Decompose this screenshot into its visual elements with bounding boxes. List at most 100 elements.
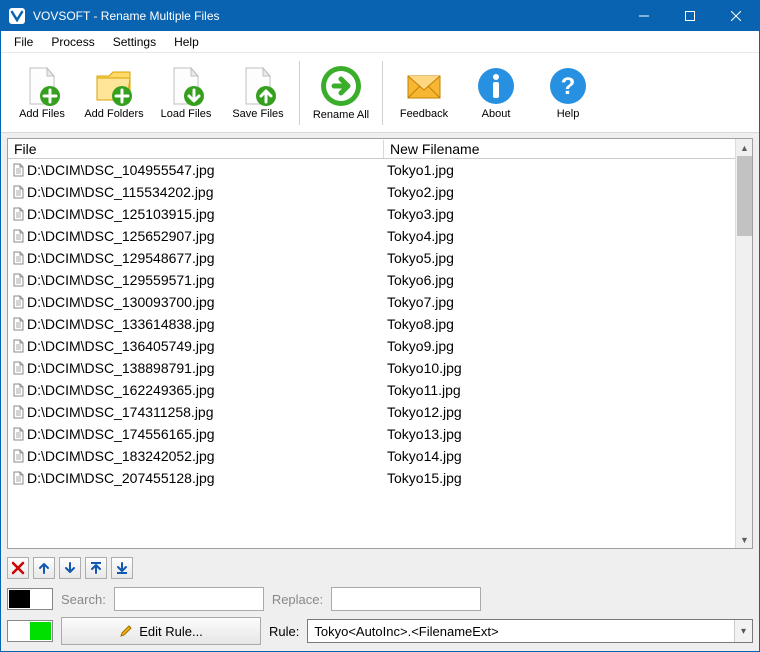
cell-new-filename: Tokyo1.jpg bbox=[384, 162, 735, 178]
window-title: VOVSOFT - Rename Multiple Files bbox=[33, 9, 220, 23]
search-toggle[interactable] bbox=[7, 588, 53, 610]
rule-label: Rule: bbox=[269, 624, 299, 639]
toolbar-label: Add Folders bbox=[84, 108, 143, 120]
toolbar-label: Help bbox=[557, 108, 580, 120]
cell-file: D:\DCIM\DSC_162249365.jpg bbox=[8, 382, 384, 398]
folder-plus-icon bbox=[94, 66, 134, 106]
table-row[interactable]: D:\DCIM\DSC_130093700.jpgTokyo7.jpg bbox=[8, 291, 735, 313]
table-row[interactable]: D:\DCIM\DSC_133614838.jpgTokyo8.jpg bbox=[8, 313, 735, 335]
cell-file: D:\DCIM\DSC_133614838.jpg bbox=[8, 316, 384, 332]
rule-input[interactable] bbox=[308, 620, 734, 642]
menu-file[interactable]: File bbox=[5, 33, 42, 51]
cell-new-filename: Tokyo9.jpg bbox=[384, 338, 735, 354]
scrollbar-thumb[interactable] bbox=[737, 156, 752, 236]
toolbar-separator bbox=[299, 61, 300, 125]
title-bar: VOVSOFT - Rename Multiple Files bbox=[1, 1, 759, 31]
toolbar: Add Files Add Folders Load Files Save Fi… bbox=[1, 53, 759, 133]
arrow-top-icon bbox=[89, 561, 103, 575]
pencil-icon bbox=[119, 624, 133, 638]
column-header-file[interactable]: File bbox=[8, 140, 384, 158]
toolbar-help[interactable]: ? Help bbox=[533, 57, 603, 129]
cell-file: D:\DCIM\DSC_129548677.jpg bbox=[8, 250, 384, 266]
table-row[interactable]: D:\DCIM\DSC_207455128.jpgTokyo15.jpg bbox=[8, 467, 735, 489]
toolbar-label: Rename All bbox=[313, 109, 369, 121]
toolbar-about[interactable]: About bbox=[461, 57, 531, 129]
envelope-icon bbox=[404, 66, 444, 106]
move-up-button[interactable] bbox=[33, 557, 55, 579]
cell-new-filename: Tokyo14.jpg bbox=[384, 448, 735, 464]
cell-new-filename: Tokyo7.jpg bbox=[384, 294, 735, 310]
cell-file: D:\DCIM\DSC_125103915.jpg bbox=[8, 206, 384, 222]
document-icon bbox=[11, 405, 25, 419]
arrow-up-icon bbox=[37, 561, 51, 575]
column-header-new-filename[interactable]: New Filename bbox=[384, 140, 735, 158]
chevron-down-icon[interactable]: ▾ bbox=[734, 620, 752, 642]
toolbar-label: Save Files bbox=[232, 108, 283, 120]
table-row[interactable]: D:\DCIM\DSC_104955547.jpgTokyo1.jpg bbox=[8, 159, 735, 181]
table-row[interactable]: D:\DCIM\DSC_138898791.jpgTokyo10.jpg bbox=[8, 357, 735, 379]
move-top-button[interactable] bbox=[85, 557, 107, 579]
toolbar-save-files[interactable]: Save Files bbox=[223, 57, 293, 129]
move-down-button[interactable] bbox=[59, 557, 81, 579]
cell-new-filename: Tokyo4.jpg bbox=[384, 228, 735, 244]
window-maximize-button[interactable] bbox=[667, 1, 713, 31]
arrow-bottom-icon bbox=[115, 561, 129, 575]
search-input[interactable] bbox=[114, 587, 264, 611]
document-icon bbox=[11, 383, 25, 397]
cell-file: D:\DCIM\DSC_207455128.jpg bbox=[8, 470, 384, 486]
menu-settings[interactable]: Settings bbox=[104, 33, 165, 51]
toolbar-label: Add Files bbox=[19, 108, 65, 120]
table-row[interactable]: D:\DCIM\DSC_115534202.jpgTokyo2.jpg bbox=[8, 181, 735, 203]
edit-rule-button[interactable]: Edit Rule... bbox=[61, 617, 261, 645]
toolbar-feedback[interactable]: Feedback bbox=[389, 57, 459, 129]
vertical-scrollbar[interactable]: ▲ ▼ bbox=[735, 139, 752, 548]
table-row[interactable]: D:\DCIM\DSC_162249365.jpgTokyo11.jpg bbox=[8, 379, 735, 401]
menu-bar: File Process Settings Help bbox=[1, 31, 759, 53]
document-icon bbox=[11, 273, 25, 287]
cell-file: D:\DCIM\DSC_130093700.jpg bbox=[8, 294, 384, 310]
toolbar-label: Feedback bbox=[400, 108, 448, 120]
table-row[interactable]: D:\DCIM\DSC_125103915.jpgTokyo3.jpg bbox=[8, 203, 735, 225]
cell-new-filename: Tokyo3.jpg bbox=[384, 206, 735, 222]
move-bottom-button[interactable] bbox=[111, 557, 133, 579]
delete-row-button[interactable] bbox=[7, 557, 29, 579]
scroll-down-icon[interactable]: ▼ bbox=[736, 531, 753, 548]
document-icon bbox=[11, 471, 25, 485]
rule-row: Edit Rule... Rule: ▾ bbox=[7, 617, 753, 645]
table-row[interactable]: D:\DCIM\DSC_174556165.jpgTokyo13.jpg bbox=[8, 423, 735, 445]
window-close-button[interactable] bbox=[713, 1, 759, 31]
table-row[interactable]: D:\DCIM\DSC_129559571.jpgTokyo6.jpg bbox=[8, 269, 735, 291]
arrow-down-icon bbox=[63, 561, 77, 575]
help-icon: ? bbox=[548, 66, 588, 106]
table-row[interactable]: D:\DCIM\DSC_174311258.jpgTokyo12.jpg bbox=[8, 401, 735, 423]
info-icon bbox=[476, 66, 516, 106]
cell-file: D:\DCIM\DSC_129559571.jpg bbox=[8, 272, 384, 288]
cell-new-filename: Tokyo2.jpg bbox=[384, 184, 735, 200]
document-icon bbox=[11, 449, 25, 463]
cell-file: D:\DCIM\DSC_136405749.jpg bbox=[8, 338, 384, 354]
table-row[interactable]: D:\DCIM\DSC_125652907.jpgTokyo4.jpg bbox=[8, 225, 735, 247]
toolbar-load-files[interactable]: Load Files bbox=[151, 57, 221, 129]
edit-rule-label: Edit Rule... bbox=[139, 624, 203, 639]
toolbar-rename-all[interactable]: Rename All bbox=[306, 57, 376, 129]
table-row[interactable]: D:\DCIM\DSC_129548677.jpgTokyo5.jpg bbox=[8, 247, 735, 269]
cell-new-filename: Tokyo12.jpg bbox=[384, 404, 735, 420]
menu-process[interactable]: Process bbox=[42, 33, 103, 51]
file-down-icon bbox=[166, 66, 206, 106]
replace-input[interactable] bbox=[331, 587, 481, 611]
document-icon bbox=[11, 317, 25, 331]
rule-combo[interactable]: ▾ bbox=[307, 619, 753, 643]
table-row[interactable]: D:\DCIM\DSC_183242052.jpgTokyo14.jpg bbox=[8, 445, 735, 467]
search-replace-row: Search: Replace: bbox=[7, 587, 753, 611]
toolbar-label: About bbox=[482, 108, 511, 120]
cell-file: D:\DCIM\DSC_138898791.jpg bbox=[8, 360, 384, 376]
toolbar-add-files[interactable]: Add Files bbox=[7, 57, 77, 129]
cell-new-filename: Tokyo11.jpg bbox=[384, 382, 735, 398]
menu-help[interactable]: Help bbox=[165, 33, 208, 51]
scroll-up-icon[interactable]: ▲ bbox=[736, 139, 753, 156]
table-row[interactable]: D:\DCIM\DSC_136405749.jpgTokyo9.jpg bbox=[8, 335, 735, 357]
toolbar-add-folders[interactable]: Add Folders bbox=[79, 57, 149, 129]
rule-toggle[interactable] bbox=[7, 620, 53, 642]
window-minimize-button[interactable] bbox=[621, 1, 667, 31]
document-icon bbox=[11, 339, 25, 353]
